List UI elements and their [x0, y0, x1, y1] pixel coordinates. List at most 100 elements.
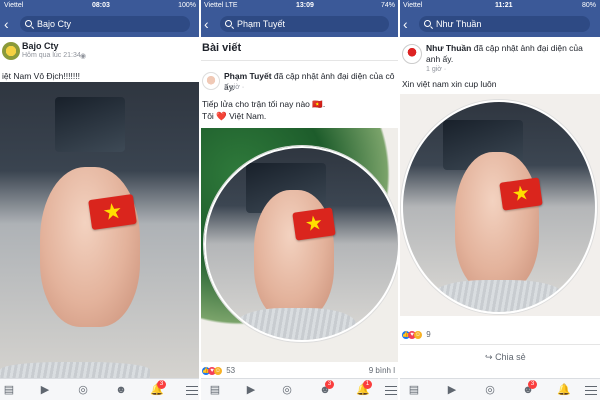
avatar[interactable] — [202, 72, 220, 90]
watch-icon[interactable]: ▶ — [445, 383, 459, 397]
star-icon: ★ — [303, 211, 325, 237]
status-bar: Viettel LTE 13:09 74% — [200, 0, 399, 11]
share-label: Chia sẻ — [495, 352, 526, 362]
search-text: Phạm Tuyết — [237, 19, 286, 29]
search-bar: ‹ Phạm Tuyết — [200, 11, 399, 37]
author-name[interactable]: Như Thuần — [426, 43, 471, 53]
search-icon — [424, 20, 431, 27]
post-text-line1: Tiếp lửa cho trận tối nay nào 🇻🇳. — [202, 99, 326, 109]
action-divider — [399, 344, 600, 345]
flag-sticker: ★ — [499, 177, 543, 211]
carrier-label: Viettel — [4, 2, 24, 9]
composite-screenshot: Viettel 08:03 100% ‹ Bajo Cty Bajo Cty H… — [0, 0, 600, 400]
bottom-tab-bar: ▤ ▶ ◎ ☻ 3 🔔 1 — [200, 378, 399, 400]
post-headline: Như Thuần đã cập nhật ảnh đại diện của a… — [426, 43, 598, 65]
search-input[interactable]: Như Thuần — [419, 16, 590, 32]
watch-icon[interactable]: ▶ — [38, 383, 52, 397]
news-feed-icon[interactable]: ▤ — [2, 383, 16, 397]
reaction-summary[interactable]: 👍♥☺ 9 — [402, 330, 431, 339]
reaction-summary[interactable]: 👍♥☺ 53 — [202, 366, 235, 375]
baby-fist — [455, 152, 539, 292]
haha-icon: ☺ — [414, 330, 422, 339]
avatar[interactable] — [2, 42, 20, 60]
post-text: iệt Nam Vô Địch!!!!!!! — [2, 71, 80, 81]
menu-icon[interactable] — [186, 383, 198, 398]
search-text: Như Thuần — [436, 19, 482, 29]
notification-badge: 3 — [157, 380, 166, 389]
haha-icon: ☺ — [214, 366, 222, 375]
profile-circle: ★ — [204, 146, 399, 342]
battery-label: 74% — [380, 2, 395, 9]
phone-screen-1: Viettel 08:03 100% ‹ Bajo Cty Bajo Cty H… — [0, 0, 200, 400]
star-icon: ★ — [510, 181, 532, 207]
post-headline: Phạm Tuyết đã cập nhật ảnh đại diện của … — [224, 71, 396, 93]
divider — [398, 0, 400, 400]
sleeve — [433, 280, 563, 312]
globe-icon: ◉ — [80, 53, 87, 60]
friends-badge: 3 — [528, 380, 537, 389]
battery-label: 80% — [581, 2, 596, 9]
watch-icon[interactable]: ▶ — [244, 383, 258, 397]
news-feed-icon[interactable]: ▤ — [208, 383, 222, 397]
back-arrow-icon[interactable]: ‹ — [204, 16, 209, 32]
friends-badge: 3 — [325, 380, 334, 389]
search-bar: ‹ Bajo Cty — [0, 11, 200, 37]
author-name[interactable]: Phạm Tuyết — [224, 71, 272, 81]
post-text: Xin việt nam xin cup luôn — [402, 79, 497, 89]
profile-icon[interactable]: ◎ — [76, 383, 90, 397]
share-icon: ↪ — [485, 352, 493, 362]
bottom-tab-bar: ▤ ▶ ◎ ☻ 3 🔔 — [399, 378, 600, 400]
sleeve — [0, 362, 150, 378]
divider — [199, 0, 201, 400]
battery-label: 100% — [178, 2, 196, 9]
post-photo[interactable]: ★ — [0, 82, 200, 378]
baby-fist — [40, 167, 140, 327]
status-bar: Viettel 11:21 80% — [399, 0, 600, 11]
comment-count[interactable]: 9 bình l — [369, 366, 395, 375]
post-text-line2: Tôi ❤️ Việt Nam. — [202, 111, 267, 121]
flag-sticker: ★ — [88, 194, 137, 230]
clock: 08:03 — [92, 2, 110, 9]
back-arrow-icon[interactable]: ‹ — [403, 16, 408, 32]
notification-badge: 1 — [363, 380, 372, 389]
flag-sticker: ★ — [292, 207, 336, 241]
post-photo[interactable]: ★ — [200, 128, 399, 362]
tv-background — [55, 97, 125, 152]
news-feed-icon[interactable]: ▤ — [407, 383, 421, 397]
search-icon — [225, 20, 232, 27]
search-text: Bajo Cty — [37, 19, 72, 29]
menu-icon[interactable] — [385, 383, 397, 398]
search-input[interactable]: Phạm Tuyết — [220, 16, 389, 32]
post-photo[interactable]: ★ — [399, 94, 600, 316]
clock: 13:09 — [296, 2, 314, 9]
post-header: Bajo Cty Hôm qua lúc 21:34 · ◉ — [0, 37, 200, 67]
back-arrow-icon[interactable]: ‹ — [4, 16, 9, 32]
search-icon — [25, 20, 32, 27]
menu-icon[interactable] — [585, 383, 597, 398]
post-time: Hôm qua lúc 21:34 · — [22, 52, 86, 59]
status-bar: Viettel 08:03 100% — [0, 0, 200, 11]
search-bar: ‹ Như Thuần — [399, 11, 600, 37]
author-name[interactable]: Bajo Cty — [22, 41, 59, 51]
search-input[interactable]: Bajo Cty — [20, 16, 190, 32]
star-icon: ★ — [100, 197, 124, 226]
friends-icon[interactable]: ☻ — [114, 383, 128, 397]
profile-circle: ★ — [401, 100, 597, 314]
reaction-count: 53 — [226, 366, 236, 375]
sleeve — [236, 308, 356, 340]
clock: 11:21 — [495, 2, 513, 9]
carrier-label: Viettel — [403, 2, 423, 9]
section-divider — [200, 60, 399, 61]
post-time: 1 giờ · — [426, 66, 447, 73]
section-title: Bài viết — [202, 42, 242, 54]
profile-icon[interactable]: ◎ — [483, 383, 497, 397]
notifications-icon[interactable]: 🔔 — [557, 383, 571, 397]
avatar[interactable] — [402, 44, 422, 64]
post-time: 2 giờ · — [224, 84, 245, 91]
phone-screen-2: Viettel LTE 13:09 74% ‹ Phạm Tuyết Bài v… — [200, 0, 399, 400]
bottom-tab-bar: ▤ ▶ ◎ ☻ 🔔 3 — [0, 378, 200, 400]
phone-screen-3: Viettel 11:21 80% ‹ Như Thuần Như Thuần … — [399, 0, 600, 400]
carrier-label: Viettel LTE — [204, 2, 238, 9]
profile-icon[interactable]: ◎ — [280, 383, 294, 397]
share-button[interactable]: ↪ Chia sẻ — [485, 352, 526, 363]
